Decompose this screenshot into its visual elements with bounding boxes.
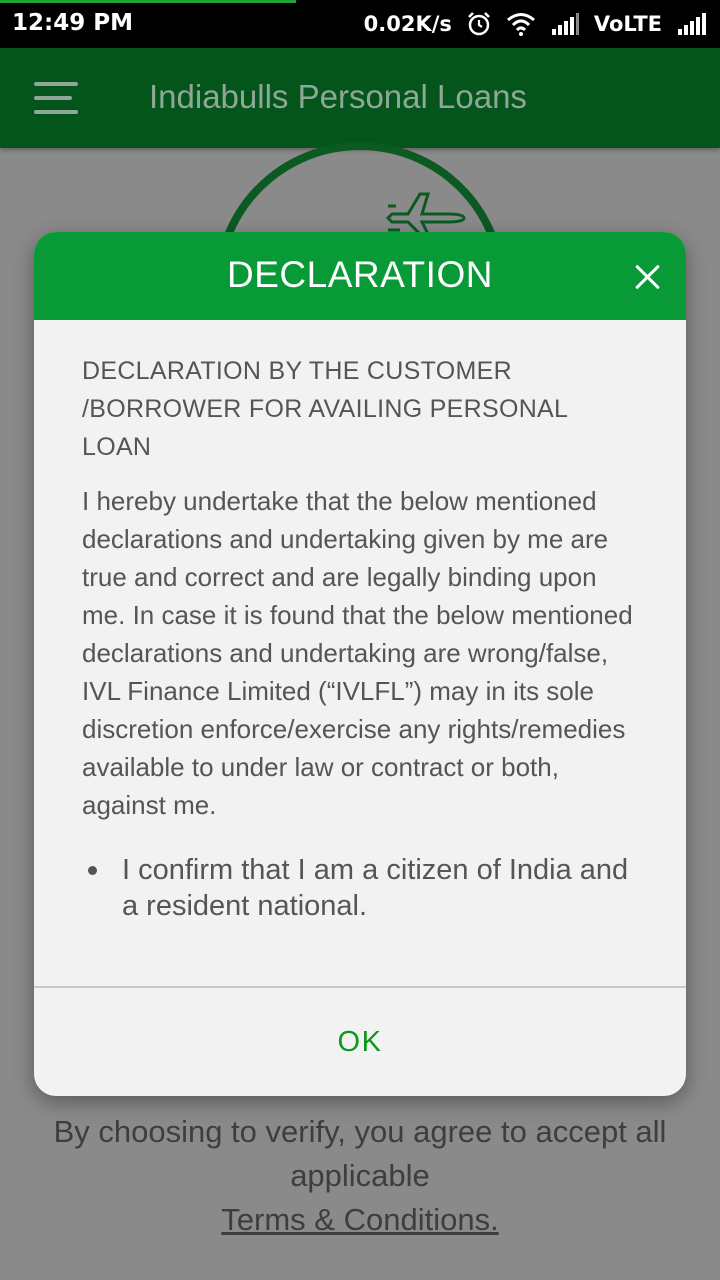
declaration-paragraph: I hereby undertake that the below mentio… — [82, 486, 633, 820]
wifi-icon — [506, 12, 536, 36]
hamburger-menu-icon[interactable] — [28, 78, 80, 118]
status-icons: 0.02K/s VoLTE — [364, 8, 708, 40]
terms-link[interactable]: Terms & Conditions. — [0, 1198, 720, 1242]
footer-text: By choosing to verify, you agree to acce… — [53, 1114, 667, 1193]
signal-icon — [550, 13, 580, 35]
dialog-header: DECLARATION — [34, 232, 686, 320]
network-label: VoLTE — [593, 12, 662, 36]
dialog-title: DECLARATION — [227, 254, 493, 295]
app-title: Indiabulls Personal Loans — [149, 78, 527, 115]
alarm-icon — [466, 11, 492, 37]
declaration-dialog: DECLARATION DECLARATION BY THE CUSTOMER … — [34, 232, 686, 1096]
declaration-heading: DECLARATION BY THE CUSTOMER /BORROWER FO… — [82, 357, 568, 461]
dialog-body[interactable]: DECLARATION BY THE CUSTOMER /BORROWER FO… — [34, 320, 686, 986]
signal-icon — [676, 13, 708, 35]
verify-footer: By choosing to verify, you agree to acce… — [0, 1110, 720, 1242]
loading-progress-bar — [0, 0, 296, 3]
status-bar: 12:49 PM 0.02K/s VoLTE — [0, 0, 720, 48]
declaration-list: I confirm that I am a citizen of India a… — [82, 852, 638, 924]
close-icon[interactable] — [630, 260, 664, 294]
net-speed: 0.02K/s — [363, 12, 452, 36]
ok-button[interactable]: OK — [34, 988, 686, 1096]
list-item: I confirm that I am a citizen of India a… — [82, 852, 638, 924]
status-time: 12:49 PM — [12, 10, 133, 36]
app-bar: Indiabulls Personal Loans — [0, 48, 720, 148]
